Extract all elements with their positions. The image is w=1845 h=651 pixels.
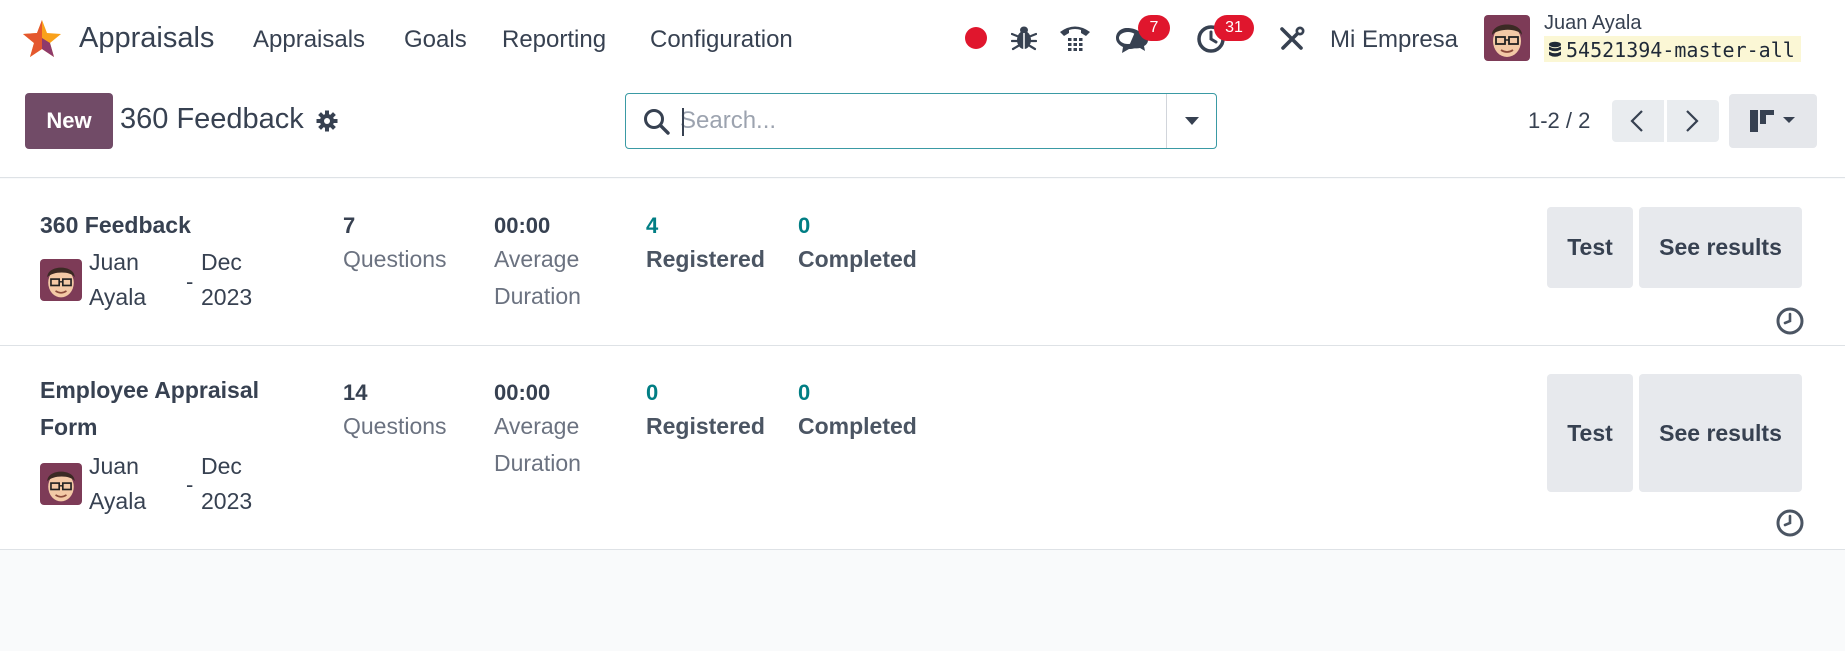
average-duration-label: Average Duration — [494, 241, 581, 315]
survey-title-line1: Employee Appraisal — [40, 377, 260, 403]
survey-title[interactable]: 360 Feedback — [40, 207, 300, 244]
registered-count[interactable]: 0 — [646, 380, 658, 406]
chevron-right-icon — [1686, 110, 1699, 132]
questions-count: 7 — [343, 213, 356, 238]
tools-icon[interactable] — [1278, 25, 1306, 53]
owner-first-name: Juan — [89, 249, 139, 275]
menu-configuration[interactable]: Configuration — [650, 26, 793, 54]
kanban-view-icon — [1750, 110, 1795, 132]
search-bar — [625, 93, 1217, 149]
completed-count[interactable]: 0 — [798, 380, 810, 406]
see-results-button[interactable]: See results — [1639, 374, 1802, 492]
date-year: 2023 — [201, 488, 253, 514]
completed-label[interactable]: Completed — [798, 408, 917, 445]
activity-clock-icon[interactable] — [1775, 306, 1805, 336]
chevron-left-icon — [1630, 110, 1643, 132]
duration-label-line2: Duration — [494, 283, 581, 309]
survey-title[interactable]: Employee Appraisal Form — [40, 372, 300, 446]
duration-label-line2: Duration — [494, 450, 581, 476]
control-panel: New 360 Feedback 1-2 / 2 — [0, 78, 1845, 178]
search-options-toggle[interactable] — [1166, 94, 1216, 148]
user-name[interactable]: Juan Ayala — [1544, 12, 1642, 35]
new-button[interactable]: New — [25, 93, 113, 149]
search-icon — [644, 109, 670, 135]
average-duration-value: 00:00 — [494, 213, 551, 238]
pager-value[interactable]: 1-2 / 2 — [1528, 108, 1590, 134]
test-button[interactable]: Test — [1547, 374, 1633, 492]
survey-date: Dec 2023 — [201, 245, 271, 315]
menu-goals[interactable]: Goals — [404, 26, 467, 54]
survey-date: Dec 2023 — [201, 449, 271, 519]
registered-label[interactable]: Registered — [646, 408, 765, 445]
app-name[interactable]: Appraisals — [79, 22, 214, 55]
user-avatar[interactable] — [1484, 15, 1530, 61]
caret-down-icon — [1185, 117, 1199, 125]
menu-appraisals[interactable]: Appraisals — [253, 26, 365, 54]
text-cursor — [682, 108, 684, 136]
menu-reporting[interactable]: Reporting — [502, 26, 606, 54]
survey-card[interactable]: 360 Feedback Juan Ayala - Dec 2023 7 Que… — [0, 179, 1845, 346]
database-icon — [1549, 41, 1561, 57]
date-month: Dec — [201, 453, 242, 479]
date-year: 2023 — [201, 284, 253, 310]
pager-previous-button[interactable] — [1612, 100, 1664, 142]
database-name: 54521394-master-all — [1544, 36, 1801, 62]
average-duration-value: 00:00 — [494, 380, 551, 405]
top-navbar: Appraisals Appraisals Goals Reporting Co… — [0, 0, 1845, 78]
duration-label-line1: Average — [494, 246, 580, 272]
phone-icon[interactable] — [1058, 22, 1092, 54]
view-switcher-button[interactable] — [1729, 94, 1817, 148]
search-input[interactable] — [680, 104, 1160, 138]
page-title: 360 Feedback — [120, 103, 304, 135]
gear-icon[interactable] — [316, 110, 338, 132]
questions-label: Questions — [343, 246, 447, 272]
see-results-button[interactable]: See results — [1639, 207, 1802, 288]
survey-card[interactable]: Employee Appraisal Form Juan Ayala - Dec… — [0, 346, 1845, 550]
owner-first-name: Juan — [89, 453, 139, 479]
app-logo-icon[interactable] — [21, 18, 63, 60]
completed-label[interactable]: Completed — [798, 241, 917, 278]
avatar — [40, 259, 82, 301]
date-separator: - — [186, 269, 194, 294]
messages-count-badge: 7 — [1138, 15, 1170, 41]
database-name-text: 54521394-master-all — [1566, 38, 1795, 62]
survey-owner: Juan Ayala — [89, 245, 159, 315]
average-duration-label: Average Duration — [494, 408, 581, 482]
activities-count-badge: 31 — [1214, 15, 1254, 41]
registered-label[interactable]: Registered — [646, 241, 765, 278]
company-switcher[interactable]: Mi Empresa — [1330, 26, 1458, 54]
completed-count[interactable]: 0 — [798, 213, 810, 239]
recording-dot-icon[interactable] — [964, 26, 988, 50]
registered-count[interactable]: 4 — [646, 213, 658, 239]
activity-clock-icon[interactable] — [1775, 508, 1805, 538]
survey-title-line2: Form — [40, 414, 98, 440]
questions-count: 14 — [343, 380, 368, 405]
questions-label: Questions — [343, 413, 447, 439]
owner-last-name: Ayala — [89, 488, 147, 514]
survey-owner: Juan Ayala — [89, 449, 159, 519]
duration-label-line1: Average — [494, 413, 580, 439]
avatar — [40, 463, 82, 505]
pager-next-button[interactable] — [1667, 100, 1719, 142]
test-button[interactable]: Test — [1547, 207, 1633, 288]
bug-icon[interactable] — [1011, 24, 1037, 52]
date-month: Dec — [201, 249, 242, 275]
date-separator: - — [186, 472, 194, 497]
owner-last-name: Ayala — [89, 284, 147, 310]
